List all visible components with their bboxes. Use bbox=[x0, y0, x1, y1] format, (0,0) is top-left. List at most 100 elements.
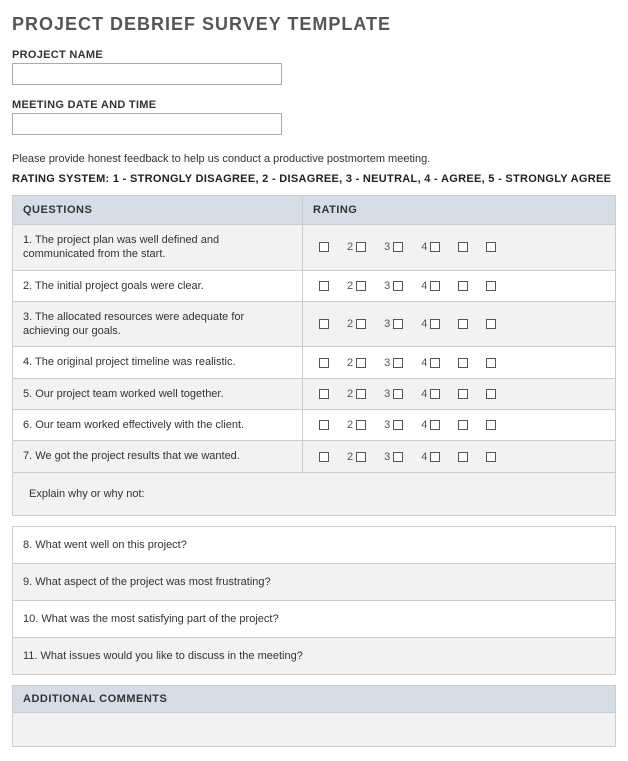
rating-checkbox[interactable] bbox=[356, 452, 366, 462]
explain-label: Explain why or why not: bbox=[29, 487, 287, 501]
table-row: 7. We got the project results that we wa… bbox=[13, 441, 616, 472]
rating-questions-table: QUESTIONS RATING 1. The project plan was… bbox=[12, 195, 616, 516]
question-text: 1. The project plan was well defined and… bbox=[23, 233, 292, 262]
rating-number: 3 bbox=[384, 388, 390, 400]
question-text: 6. Our team worked effectively with the … bbox=[23, 418, 292, 432]
rating-checkbox[interactable] bbox=[393, 389, 403, 399]
rating-checkbox[interactable] bbox=[356, 281, 366, 291]
project-name-input[interactable] bbox=[12, 63, 282, 85]
column-header-rating: RATING bbox=[303, 196, 616, 225]
additional-comments-box[interactable] bbox=[12, 713, 616, 747]
question-text: 7. We got the project results that we wa… bbox=[23, 449, 292, 463]
instructions-text: Please provide honest feedback to help u… bbox=[12, 153, 616, 165]
rating-checkbox[interactable] bbox=[393, 242, 403, 252]
open-question-text: 8. What went well on this project? bbox=[23, 539, 605, 551]
rating-checkbox[interactable] bbox=[319, 420, 329, 430]
explain-row: Explain why or why not: bbox=[13, 472, 616, 515]
rating-checkbox[interactable] bbox=[458, 242, 468, 252]
rating-number: 2 bbox=[347, 318, 353, 330]
rating-number: 4 bbox=[421, 419, 427, 431]
table-row: 4. The original project timeline was rea… bbox=[13, 347, 616, 378]
rating-system-key: RATING SYSTEM: 1 - STRONGLY DISAGREE, 2 … bbox=[12, 173, 616, 185]
rating-checkbox[interactable] bbox=[356, 420, 366, 430]
rating-checkbox[interactable] bbox=[486, 452, 496, 462]
rating-checkbox[interactable] bbox=[393, 358, 403, 368]
rating-checkbox[interactable] bbox=[430, 389, 440, 399]
rating-number: 2 bbox=[347, 419, 353, 431]
table-row: 2. The initial project goals were clear.… bbox=[13, 270, 616, 301]
rating-checkbox[interactable] bbox=[458, 358, 468, 368]
rating-checkbox[interactable] bbox=[430, 242, 440, 252]
question-text: 4. The original project timeline was rea… bbox=[23, 355, 292, 369]
rating-checkbox[interactable] bbox=[356, 389, 366, 399]
rating-checkbox[interactable] bbox=[486, 281, 496, 291]
rating-checkbox[interactable] bbox=[486, 389, 496, 399]
rating-checkbox[interactable] bbox=[458, 452, 468, 462]
open-question-row: 11. What issues would you like to discus… bbox=[13, 637, 616, 674]
open-questions-table: 8. What went well on this project? 9. Wha… bbox=[12, 526, 616, 675]
rating-number: 4 bbox=[421, 357, 427, 369]
open-question-text: 9. What aspect of the project was most f… bbox=[23, 576, 605, 588]
rating-checkbox[interactable] bbox=[319, 242, 329, 252]
rating-checkbox[interactable] bbox=[356, 319, 366, 329]
question-text: 5. Our project team worked well together… bbox=[23, 387, 292, 401]
project-name-label: PROJECT NAME bbox=[12, 49, 616, 61]
rating-number: 3 bbox=[384, 280, 390, 292]
rating-number: 4 bbox=[421, 451, 427, 463]
rating-checkbox[interactable] bbox=[486, 319, 496, 329]
open-question-text: 11. What issues would you like to discus… bbox=[23, 650, 605, 662]
rating-number: 4 bbox=[421, 280, 427, 292]
rating-number: 3 bbox=[384, 318, 390, 330]
rating-number: 4 bbox=[421, 318, 427, 330]
table-row: 1. The project plan was well defined and… bbox=[13, 225, 616, 271]
rating-checkbox[interactable] bbox=[458, 281, 468, 291]
page-title: PROJECT DEBRIEF SURVEY TEMPLATE bbox=[12, 14, 616, 35]
rating-checkbox[interactable] bbox=[458, 389, 468, 399]
question-text: 3. The allocated resources were adequate… bbox=[23, 310, 292, 339]
rating-number: 2 bbox=[347, 451, 353, 463]
open-question-row: 9. What aspect of the project was most f… bbox=[13, 563, 616, 600]
table-row: 6. Our team worked effectively with the … bbox=[13, 410, 616, 441]
rating-checkbox[interactable] bbox=[430, 319, 440, 329]
table-row: 3. The allocated resources were adequate… bbox=[13, 301, 616, 347]
rating-number: 2 bbox=[347, 388, 353, 400]
rating-checkbox[interactable] bbox=[430, 452, 440, 462]
column-header-questions: QUESTIONS bbox=[13, 196, 303, 225]
rating-checkbox[interactable] bbox=[319, 319, 329, 329]
rating-checkbox[interactable] bbox=[393, 452, 403, 462]
rating-checkbox[interactable] bbox=[393, 420, 403, 430]
rating-number: 2 bbox=[347, 280, 353, 292]
rating-checkbox[interactable] bbox=[393, 281, 403, 291]
rating-checkbox[interactable] bbox=[393, 319, 403, 329]
rating-checkbox[interactable] bbox=[319, 281, 329, 291]
rating-checkbox[interactable] bbox=[319, 452, 329, 462]
meeting-date-input[interactable] bbox=[12, 113, 282, 135]
rating-checkbox[interactable] bbox=[319, 389, 329, 399]
rating-number: 3 bbox=[384, 357, 390, 369]
open-question-row: 10. What was the most satisfying part of… bbox=[13, 600, 616, 637]
rating-checkbox[interactable] bbox=[486, 358, 496, 368]
open-question-row: 8. What went well on this project? bbox=[13, 526, 616, 563]
rating-checkbox[interactable] bbox=[319, 358, 329, 368]
rating-number: 2 bbox=[347, 241, 353, 253]
explain-input-area[interactable] bbox=[303, 472, 616, 515]
rating-checkbox[interactable] bbox=[356, 242, 366, 252]
rating-number: 4 bbox=[421, 388, 427, 400]
question-text: 2. The initial project goals were clear. bbox=[23, 279, 292, 293]
rating-checkbox[interactable] bbox=[486, 242, 496, 252]
meeting-date-label: MEETING DATE AND TIME bbox=[12, 99, 616, 111]
rating-checkbox[interactable] bbox=[430, 358, 440, 368]
rating-checkbox[interactable] bbox=[430, 420, 440, 430]
rating-checkbox[interactable] bbox=[356, 358, 366, 368]
additional-comments-header: ADDITIONAL COMMENTS bbox=[12, 685, 616, 713]
rating-number: 3 bbox=[384, 241, 390, 253]
rating-number: 3 bbox=[384, 419, 390, 431]
table-row: 5. Our project team worked well together… bbox=[13, 378, 616, 409]
rating-checkbox[interactable] bbox=[458, 319, 468, 329]
rating-number: 2 bbox=[347, 357, 353, 369]
rating-checkbox[interactable] bbox=[458, 420, 468, 430]
rating-number: 3 bbox=[384, 451, 390, 463]
rating-checkbox[interactable] bbox=[430, 281, 440, 291]
open-question-text: 10. What was the most satisfying part of… bbox=[23, 613, 605, 625]
rating-checkbox[interactable] bbox=[486, 420, 496, 430]
